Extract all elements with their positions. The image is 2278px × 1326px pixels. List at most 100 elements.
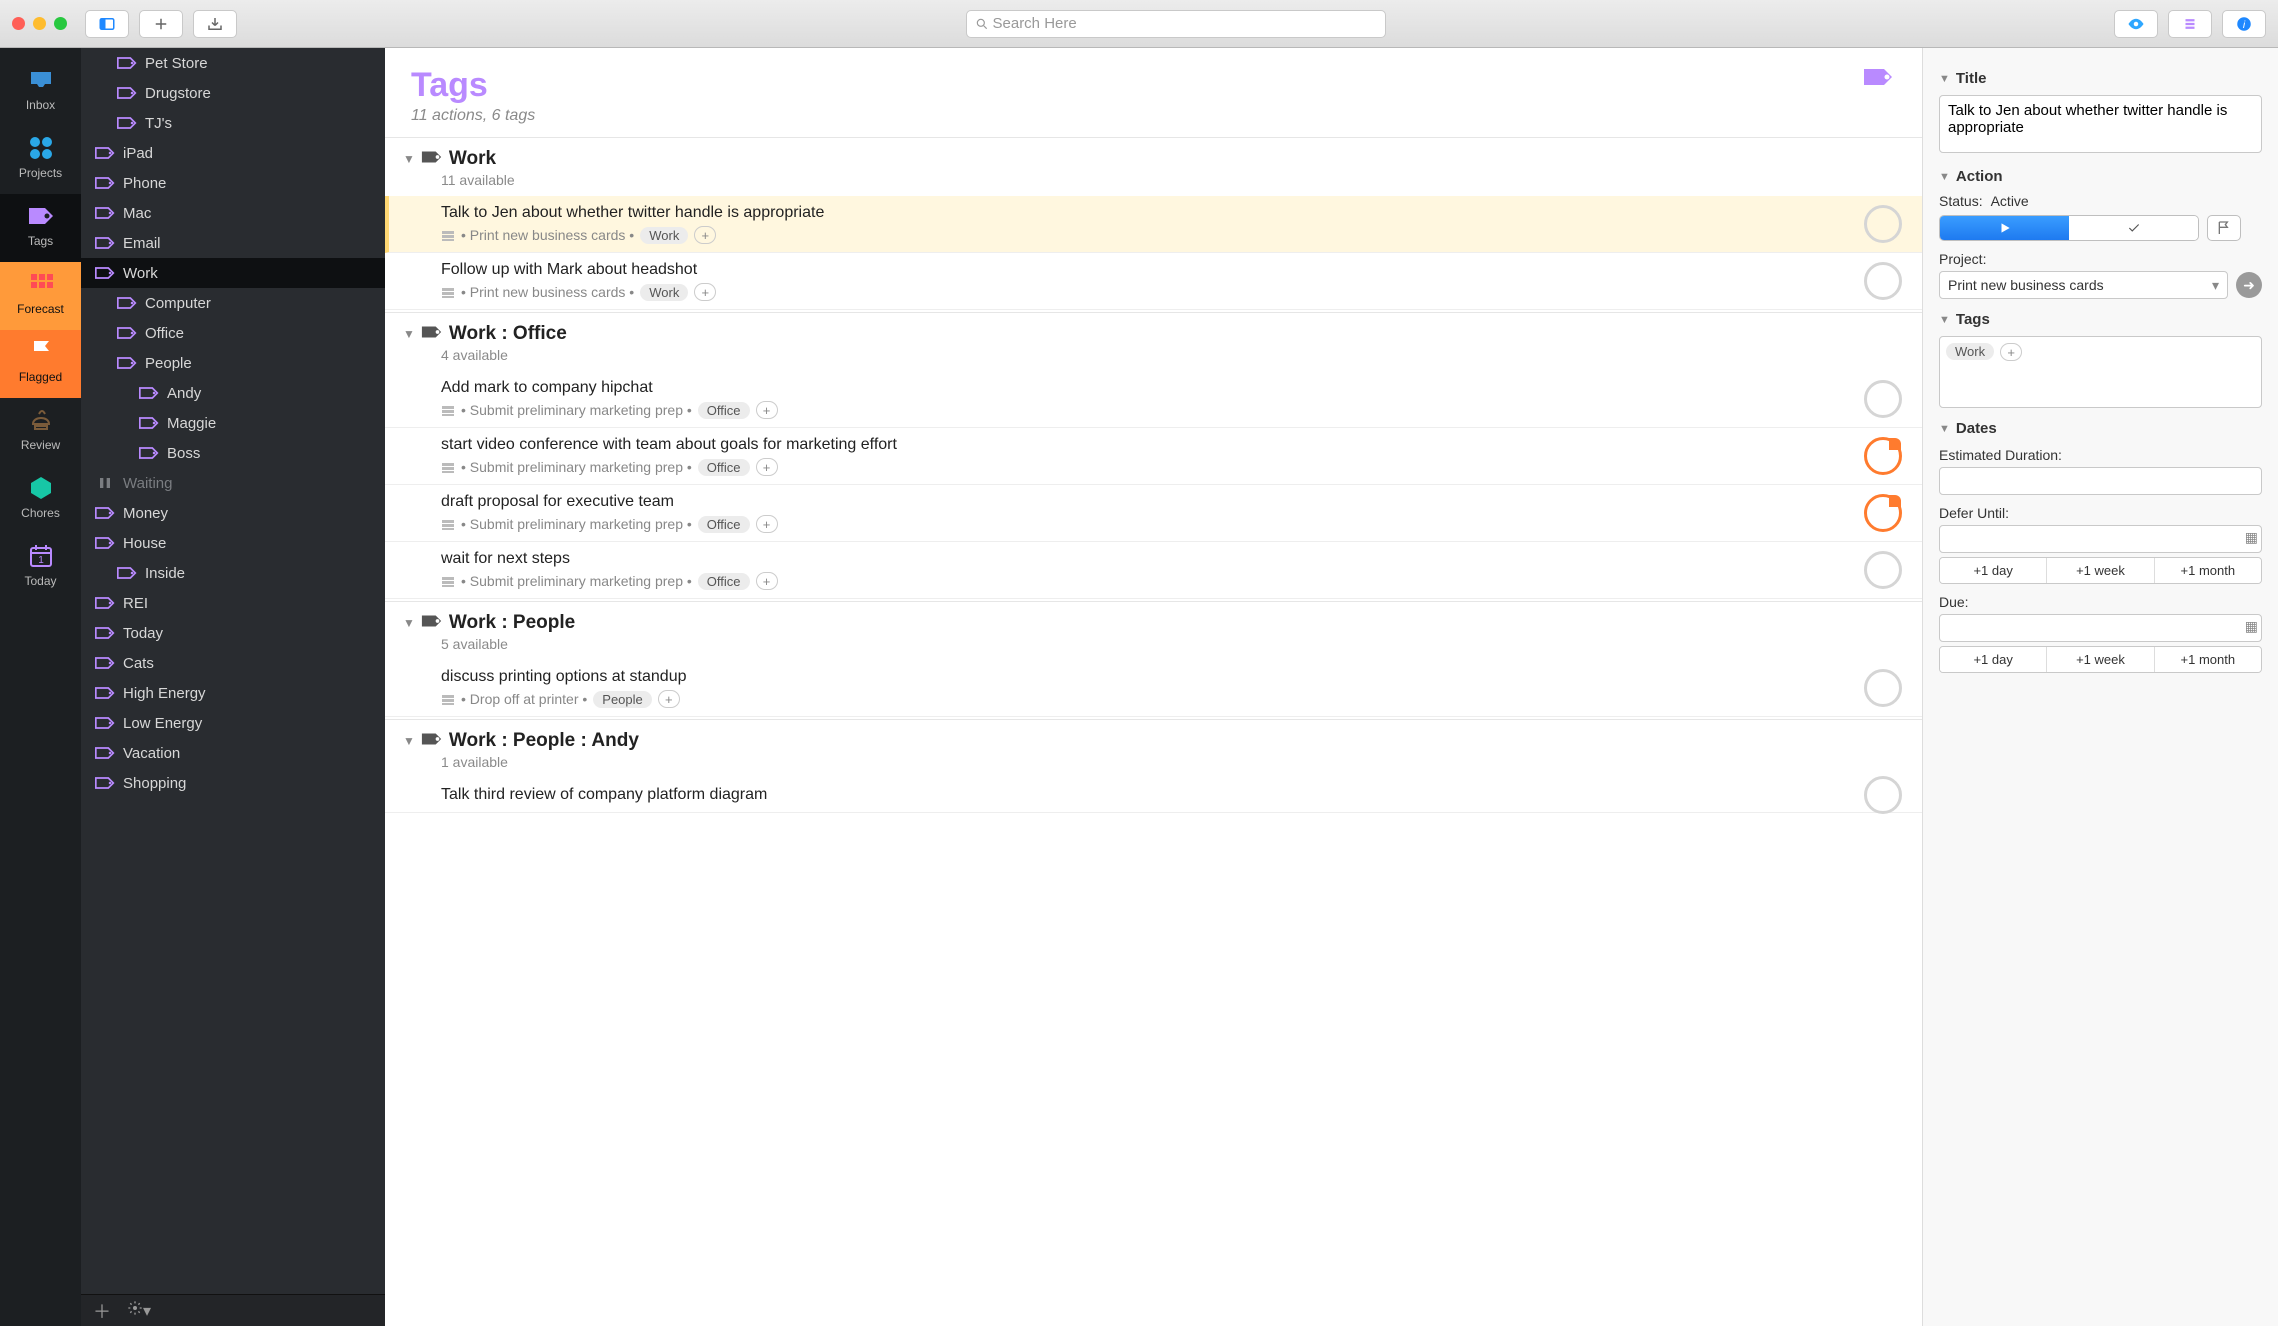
- calendar-icon[interactable]: ▦: [2245, 529, 2258, 546]
- perspective-chores[interactable]: Chores: [0, 466, 81, 534]
- task-row[interactable]: draft proposal for executive team• Submi…: [385, 485, 1922, 542]
- status-circle[interactable]: [1864, 776, 1902, 814]
- quick-entry-button[interactable]: [193, 10, 237, 38]
- inspector-toggle-button[interactable]: i: [2222, 10, 2266, 38]
- list-layout-button[interactable]: [2168, 10, 2212, 38]
- tag-pill[interactable]: Office: [698, 402, 750, 419]
- add-tag-pill[interactable]: +: [756, 572, 778, 590]
- goto-project-button[interactable]: ➜: [2236, 272, 2262, 298]
- task-row[interactable]: discuss printing options at standup• Dro…: [385, 660, 1922, 717]
- tag-people[interactable]: People: [81, 348, 385, 378]
- tag-inside[interactable]: Inside: [81, 558, 385, 588]
- group-header[interactable]: ▼Work : People: [385, 602, 1922, 636]
- tag-pill[interactable]: Office: [698, 516, 750, 533]
- tag-shopping[interactable]: Shopping: [81, 768, 385, 798]
- status-segmented-control[interactable]: [1939, 215, 2199, 241]
- tag-house[interactable]: House: [81, 528, 385, 558]
- quick-date-button[interactable]: +1 month: [2155, 558, 2261, 583]
- task-row[interactable]: Talk third review of company platform di…: [385, 778, 1922, 813]
- group-header[interactable]: ▼Work: [385, 138, 1922, 172]
- due-date-input[interactable]: [1939, 614, 2262, 642]
- tag-high-energy[interactable]: High Energy: [81, 678, 385, 708]
- tag-low-energy[interactable]: Low Energy: [81, 708, 385, 738]
- tag-maggie[interactable]: Maggie: [81, 408, 385, 438]
- zoom-window[interactable]: [54, 17, 67, 30]
- task-row[interactable]: start video conference with team about g…: [385, 428, 1922, 485]
- task-row[interactable]: Follow up with Mark about headshot• Prin…: [385, 253, 1922, 310]
- task-row[interactable]: Add mark to company hipchat• Submit prel…: [385, 371, 1922, 428]
- toggle-sidebar-button[interactable]: [85, 10, 129, 38]
- tag-pet-store[interactable]: Pet Store: [81, 48, 385, 78]
- task-row[interactable]: wait for next steps• Submit preliminary …: [385, 542, 1922, 599]
- add-tag-pill[interactable]: +: [756, 401, 778, 419]
- tag-ipad[interactable]: iPad: [81, 138, 385, 168]
- new-item-button[interactable]: [139, 10, 183, 38]
- status-circle[interactable]: [1864, 551, 1902, 589]
- tag-pill[interactable]: Work: [1946, 343, 1994, 360]
- tag-today[interactable]: Today: [81, 618, 385, 648]
- tag-pill[interactable]: Office: [698, 573, 750, 590]
- tag-andy[interactable]: Andy: [81, 378, 385, 408]
- inspector-action-section[interactable]: ▼Action: [1939, 168, 2262, 185]
- minimize-window[interactable]: [33, 17, 46, 30]
- status-active[interactable]: [1940, 216, 2069, 240]
- tag-cats[interactable]: Cats: [81, 648, 385, 678]
- estimated-duration-input[interactable]: [1939, 467, 2262, 495]
- view-options-button[interactable]: [2114, 10, 2158, 38]
- task-row[interactable]: Talk to Jen about whether twitter handle…: [385, 196, 1922, 253]
- tag-mac[interactable]: Mac: [81, 198, 385, 228]
- inspector-tags-section[interactable]: ▼Tags: [1939, 311, 2262, 328]
- add-tag-pill[interactable]: +: [658, 690, 680, 708]
- status-circle[interactable]: [1864, 262, 1902, 300]
- tag-pill[interactable]: Office: [698, 459, 750, 476]
- tag-boss[interactable]: Boss: [81, 438, 385, 468]
- tag-office[interactable]: Office: [81, 318, 385, 348]
- tag-drugstore[interactable]: Drugstore: [81, 78, 385, 108]
- tag-pill[interactable]: Work: [640, 284, 688, 301]
- quick-date-button[interactable]: +1 day: [1940, 647, 2047, 672]
- group-header[interactable]: ▼Work : People : Andy: [385, 720, 1922, 754]
- tag-money[interactable]: Money: [81, 498, 385, 528]
- status-completed[interactable]: [2069, 216, 2198, 240]
- quick-date-button[interactable]: +1 week: [2047, 558, 2154, 583]
- tag-waiting[interactable]: Waiting: [81, 468, 385, 498]
- tags-field[interactable]: Work +: [1939, 336, 2262, 408]
- sidebar-settings-button[interactable]: ▾: [127, 1300, 151, 1321]
- status-circle[interactable]: [1864, 380, 1902, 418]
- status-circle[interactable]: [1864, 494, 1902, 532]
- title-input[interactable]: [1939, 95, 2262, 153]
- add-tag-button[interactable]: ＋: [93, 1298, 111, 1324]
- inspector-dates-section[interactable]: ▼Dates: [1939, 420, 2262, 437]
- inspector-title-section[interactable]: ▼Title: [1939, 70, 2262, 87]
- tag-pill[interactable]: People: [593, 691, 651, 708]
- tag-phone[interactable]: Phone: [81, 168, 385, 198]
- perspective-flagged[interactable]: Flagged: [0, 330, 81, 398]
- defer-date-input[interactable]: [1939, 525, 2262, 553]
- quick-date-button[interactable]: +1 month: [2155, 647, 2261, 672]
- tag-tj-s[interactable]: TJ's: [81, 108, 385, 138]
- add-tag-pill[interactable]: +: [2000, 343, 2022, 361]
- add-tag-pill[interactable]: +: [756, 458, 778, 476]
- tag-vacation[interactable]: Vacation: [81, 738, 385, 768]
- project-select[interactable]: Print new business cards▾: [1939, 271, 2228, 299]
- quick-date-button[interactable]: +1 day: [1940, 558, 2047, 583]
- status-circle[interactable]: [1864, 205, 1902, 243]
- close-window[interactable]: [12, 17, 25, 30]
- status-circle[interactable]: [1864, 669, 1902, 707]
- search-field[interactable]: Search Here: [966, 10, 1386, 38]
- perspective-review[interactable]: Review: [0, 398, 81, 466]
- tag-pill[interactable]: Work: [640, 227, 688, 244]
- status-circle[interactable]: [1864, 437, 1902, 475]
- add-tag-pill[interactable]: +: [756, 515, 778, 533]
- tag-computer[interactable]: Computer: [81, 288, 385, 318]
- add-tag-pill[interactable]: +: [694, 226, 716, 244]
- perspective-projects[interactable]: Projects: [0, 126, 81, 194]
- perspective-inbox[interactable]: Inbox: [0, 58, 81, 126]
- group-header[interactable]: ▼Work : Office: [385, 313, 1922, 347]
- perspective-today[interactable]: 1Today: [0, 534, 81, 602]
- perspective-tags[interactable]: Tags: [0, 194, 81, 262]
- tag-rei[interactable]: REI: [81, 588, 385, 618]
- tag-email[interactable]: Email: [81, 228, 385, 258]
- perspective-forecast[interactable]: Forecast: [0, 262, 81, 330]
- quick-date-button[interactable]: +1 week: [2047, 647, 2154, 672]
